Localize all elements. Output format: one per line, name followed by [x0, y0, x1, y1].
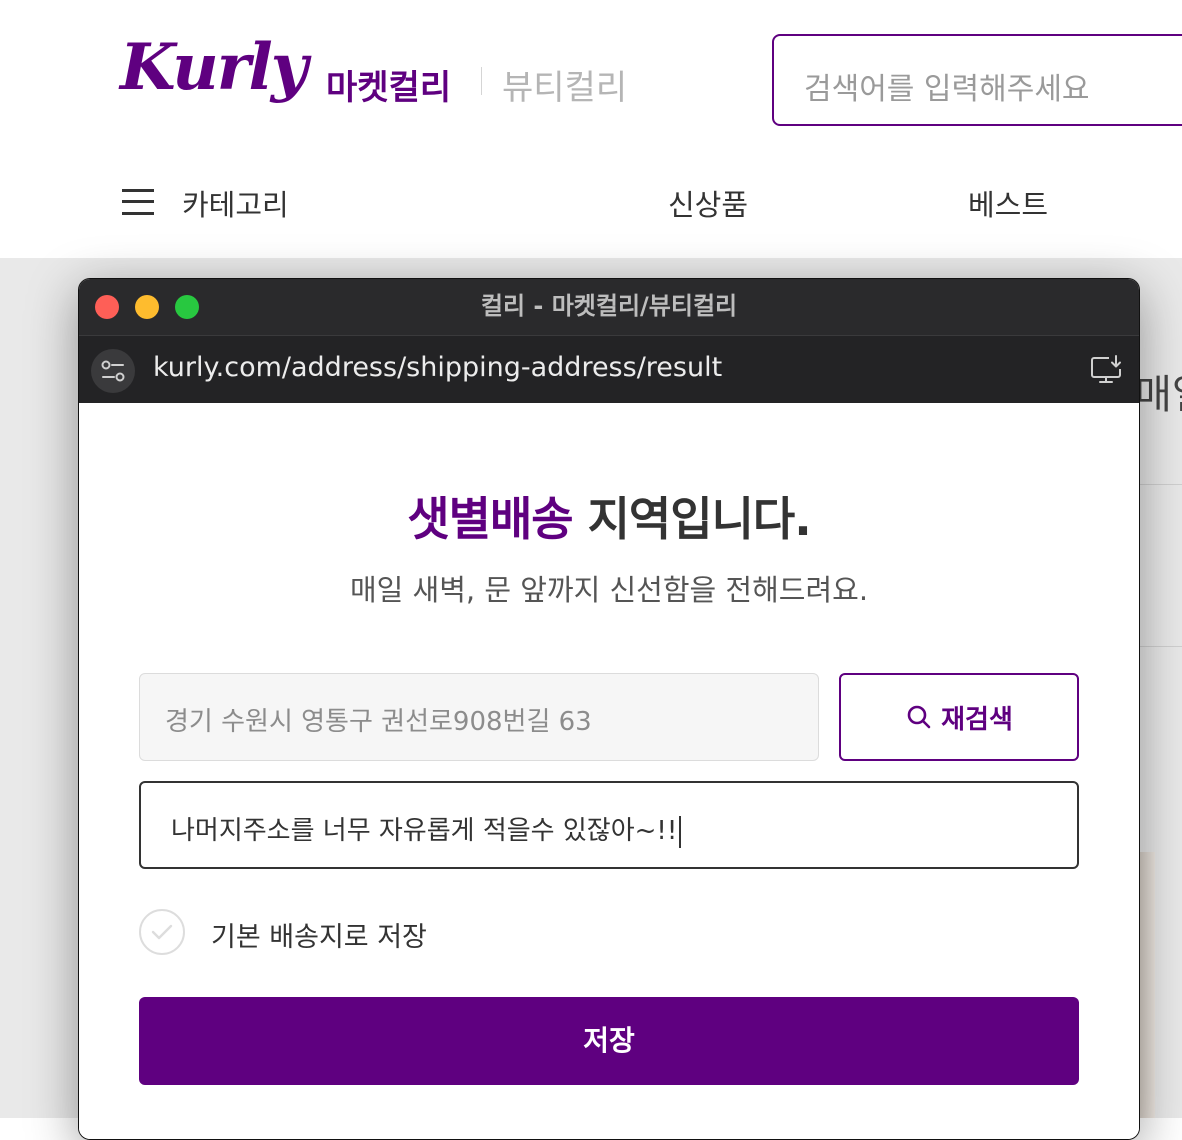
research-label: 재검색: [941, 704, 1013, 735]
save-button[interactable]: 저장: [139, 997, 1079, 1085]
site-info-button[interactable]: [91, 349, 135, 393]
default-address-checkbox[interactable]: [139, 909, 185, 955]
tab-divider: [481, 67, 482, 95]
tab-market-kurly[interactable]: 마켓컬리: [326, 60, 451, 109]
text-caret: [679, 815, 682, 848]
detail-address-value: 나머지주소를 너무 자유롭게 적을수 있잖아~!!: [171, 810, 682, 848]
detail-address-text: 나머지주소를 너무 자유롭게 적을수 있잖아~!!: [171, 816, 678, 846]
site-header: Kurly 마켓컬리 뷰티컬리 검색어를 입력해주세요 카테고리 신상품 베스트: [0, 0, 1182, 258]
delivery-result-heading: 샛별배송 지역입니다.: [79, 483, 1139, 549]
background-partial-text: 매일: [1135, 372, 1182, 418]
window-title: 컬리 - 마켓컬리/뷰티컬리: [480, 292, 738, 320]
site-search-input[interactable]: 검색어를 입력해주세요: [772, 34, 1182, 126]
nav-new-products[interactable]: 신상품: [668, 182, 748, 224]
check-icon: [151, 924, 173, 940]
url-text[interactable]: kurly.com/address/shipping-address/resul…: [153, 352, 722, 383]
default-address-label[interactable]: 기본 배송지로 저장: [211, 915, 427, 954]
background-divider: [1139, 484, 1182, 485]
site-search-placeholder: 검색어를 입력해주세요: [804, 72, 1090, 107]
background-product-image: [1139, 852, 1155, 1118]
popup-content: 샛별배송 지역입니다. 매일 새벽, 문 앞까지 신선함을 전해드려요. 경기 …: [79, 403, 1139, 1139]
nav-category[interactable]: 카테고리: [182, 182, 289, 224]
menu-icon[interactable]: [122, 186, 154, 218]
heading-highlight: 샛별배송: [407, 492, 573, 546]
install-app-icon[interactable]: [1089, 354, 1125, 386]
address-value: 경기 수원시 영통구 권선로908번길 63: [165, 707, 592, 737]
detail-address-input[interactable]: 나머지주소를 너무 자유롭게 적을수 있잖아~!!: [139, 781, 1079, 869]
search-icon: [907, 705, 931, 729]
delivery-result-subheading: 매일 새벽, 문 앞까지 신선함을 전해드려요.: [349, 573, 869, 607]
url-bar: kurly.com/address/shipping-address/resul…: [79, 335, 1139, 404]
nav-best[interactable]: 베스트: [968, 182, 1048, 224]
site-settings-icon: [101, 360, 125, 382]
kurly-logo[interactable]: Kurly: [120, 30, 308, 105]
shipping-address-popup-window: 컬리 - 마켓컬리/뷰티컬리 kurly.com/address/shippin…: [78, 278, 1140, 1140]
address-field: 경기 수원시 영통구 권선로908번길 63: [139, 673, 819, 761]
heading-rest: 지역입니다.: [572, 492, 812, 546]
background-divider: [1139, 646, 1182, 647]
window-titlebar[interactable]: 컬리 - 마켓컬리/뷰티컬리: [79, 279, 1139, 335]
save-label: 저장: [583, 1024, 635, 1057]
tab-beauty-kurly[interactable]: 뷰티컬리: [502, 60, 627, 109]
research-button[interactable]: 재검색: [839, 673, 1079, 761]
